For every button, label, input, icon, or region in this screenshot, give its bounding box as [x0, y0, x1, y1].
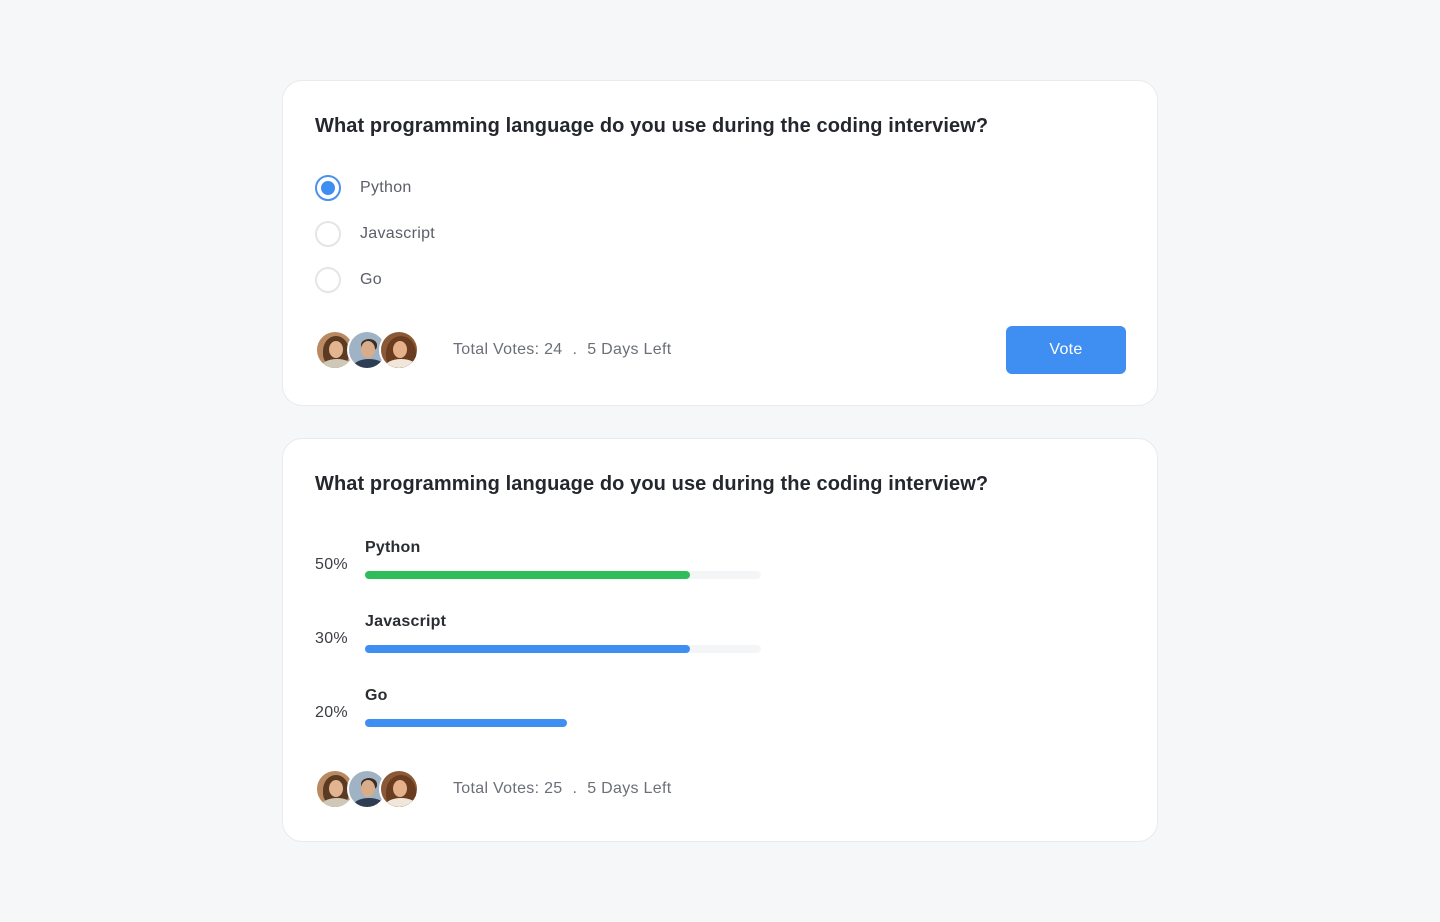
result-track	[365, 571, 761, 579]
radio-button-checked[interactable]	[315, 175, 341, 201]
poll-card-results: What programming language do you use dur…	[282, 438, 1158, 842]
time-left: 5 Days Left	[587, 780, 672, 797]
voter-avatars	[315, 769, 419, 809]
result-percent: 50%	[315, 556, 348, 573]
vote-button[interactable]: Vote	[1006, 326, 1126, 374]
result-row-javascript: 30% Javascript	[315, 613, 775, 677]
poll-option-go[interactable]: Go	[315, 265, 382, 295]
poll-meta: Total Votes: 25 . 5 Days Left	[453, 780, 671, 798]
option-label: Python	[360, 179, 412, 196]
meta-separator: .	[572, 780, 578, 797]
result-fill-bar	[365, 645, 690, 653]
result-fill-bar	[365, 719, 567, 727]
result-percent: 30%	[315, 630, 348, 647]
radio-button[interactable]	[315, 267, 341, 293]
result-fill-bar	[365, 571, 690, 579]
result-row-python: 50% Python	[315, 539, 775, 603]
poll-card-vote: What programming language do you use dur…	[282, 80, 1158, 406]
result-label: Python	[365, 539, 421, 556]
result-track	[365, 645, 761, 653]
result-percent: 20%	[315, 704, 348, 721]
meta-separator: .	[572, 341, 578, 358]
option-label: Go	[360, 271, 382, 288]
option-label: Javascript	[360, 225, 436, 242]
poll-option-javascript[interactable]: Javascript	[315, 219, 435, 249]
poll-footer: Total Votes: 25 . 5 Days Left	[315, 768, 671, 810]
voter-avatars	[315, 330, 419, 370]
poll-footer: Total Votes: 24 . 5 Days Left	[315, 329, 671, 371]
time-left: 5 Days Left	[587, 341, 672, 358]
result-label: Go	[365, 687, 388, 704]
radio-button[interactable]	[315, 221, 341, 247]
poll-question: What programming language do you use dur…	[315, 473, 989, 495]
avatar-woman-curly-icon	[379, 330, 419, 370]
result-row-go: 20% Go	[315, 687, 775, 751]
avatar-woman-curly-icon	[379, 769, 419, 809]
total-votes: Total Votes: 24	[453, 341, 563, 358]
poll-question: What programming language do you use dur…	[315, 115, 989, 137]
result-track	[365, 719, 761, 727]
poll-meta: Total Votes: 24 . 5 Days Left	[453, 341, 671, 359]
total-votes: Total Votes: 25	[453, 780, 563, 797]
result-label: Javascript	[365, 613, 447, 630]
poll-option-python[interactable]: Python	[315, 173, 412, 203]
